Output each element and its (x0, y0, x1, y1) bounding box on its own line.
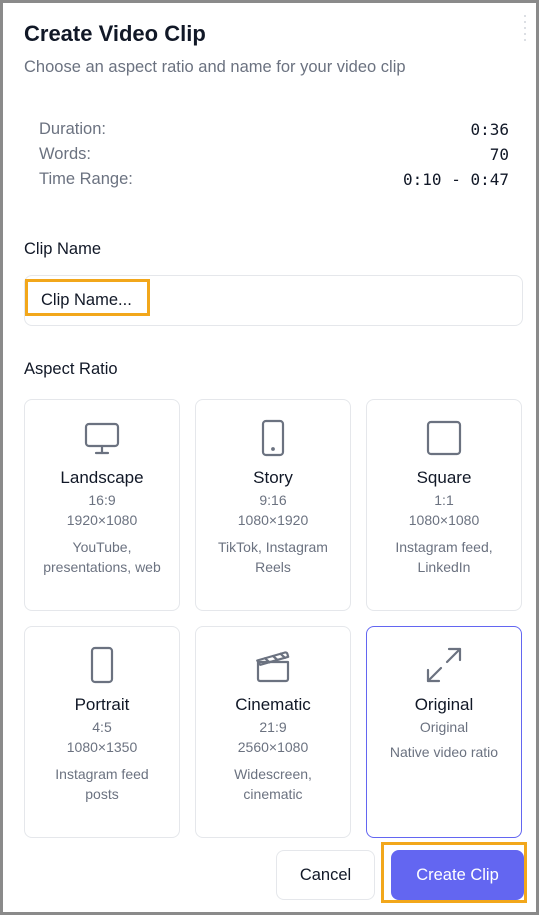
aspect-option-square[interactable]: Square 1:1 1080×1080 Instagram feed, Lin… (366, 399, 522, 611)
aspect-option-resolution: 1080×1920 (237, 512, 309, 528)
clip-name-input[interactable] (25, 276, 522, 325)
stat-label: Time Range: (39, 170, 133, 188)
aspect-option-description: Native video ratio (389, 744, 499, 760)
aspect-option-ratio: 1:1 (434, 492, 454, 508)
aspect-option-name: Story (253, 468, 293, 487)
aspect-option-cinematic[interactable]: Cinematic 21:9 2560×1080 Widescreen, cin… (195, 626, 351, 838)
aspect-option-resolution: 2560×1080 (237, 739, 309, 755)
stat-words: Words: 70 (39, 142, 509, 167)
aspect-option-name: Cinematic (235, 695, 311, 714)
aspect-option-resolution: 1920×1080 (66, 512, 138, 528)
aspect-option-ratio: 16:9 (88, 492, 116, 508)
square-icon (424, 418, 464, 458)
aspect-option-story[interactable]: Story 9:16 1080×1920 TikTok, Instagram R… (195, 399, 351, 611)
dialog-title: Create Video Clip (24, 21, 206, 46)
aspect-option-ratio: Original (419, 719, 469, 735)
cancel-button[interactable]: Cancel (276, 850, 375, 900)
aspect-option-description: Instagram feed, LinkedIn (395, 539, 493, 575)
clip-stats: Duration: 0:36 Words: 70 Time Range: 0:1… (39, 117, 509, 192)
aspect-option-landscape[interactable]: Landscape 16:9 1920×1080 YouTube, presen… (24, 399, 180, 611)
aspect-option-ratio: 21:9 (259, 719, 287, 735)
aspect-option-ratio: 4:5 (92, 719, 112, 735)
stat-label: Duration: (39, 120, 106, 138)
expand-arrows-icon (424, 645, 464, 685)
aspect-option-name: Portrait (74, 695, 130, 714)
stat-label: Words: (39, 145, 91, 163)
stat-value: 0:10 - 0:47 (403, 170, 509, 189)
create-clip-button[interactable]: Create Clip (391, 850, 524, 900)
stat-value: 70 (489, 145, 509, 164)
create-clip-dialog: Create Video Clip Choose an aspect ratio… (0, 0, 539, 915)
aspect-option-description: Widescreen, cinematic (234, 766, 312, 802)
aspect-option-name: Original (414, 695, 474, 714)
aspect-option-name: Landscape (60, 468, 144, 487)
aspect-option-description: Instagram feed posts (55, 766, 149, 802)
monitor-icon (82, 418, 122, 458)
smartphone-icon (253, 418, 293, 458)
aspect-option-original[interactable]: Original Original Native video ratio (366, 626, 522, 838)
dialog-subtitle: Choose an aspect ratio and name for your… (24, 58, 406, 76)
aspect-option-ratio: 9:16 (259, 492, 287, 508)
aspect-option-portrait[interactable]: Portrait 4:5 1080×1350 Instagram feed po… (24, 626, 180, 838)
aspect-option-description: TikTok, Instagram Reels (218, 539, 328, 575)
aspect-option-name: Square (416, 468, 472, 487)
clapperboard-icon (253, 645, 293, 685)
aspect-option-description: YouTube, presentations, web (43, 539, 161, 575)
aspect-option-resolution: 1080×1350 (66, 739, 138, 755)
portrait-rect-icon (82, 645, 122, 685)
aspect-ratio-label: Aspect Ratio (24, 360, 118, 378)
clip-name-field[interactable] (24, 275, 523, 326)
stat-duration: Duration: 0:36 (39, 117, 509, 142)
aspect-option-resolution: 1080×1080 (408, 512, 480, 528)
stat-time-range: Time Range: 0:10 - 0:47 (39, 167, 509, 192)
clip-name-label: Clip Name (24, 240, 102, 258)
stat-value: 0:36 (470, 120, 509, 139)
resize-grip-icon[interactable] (524, 15, 530, 41)
